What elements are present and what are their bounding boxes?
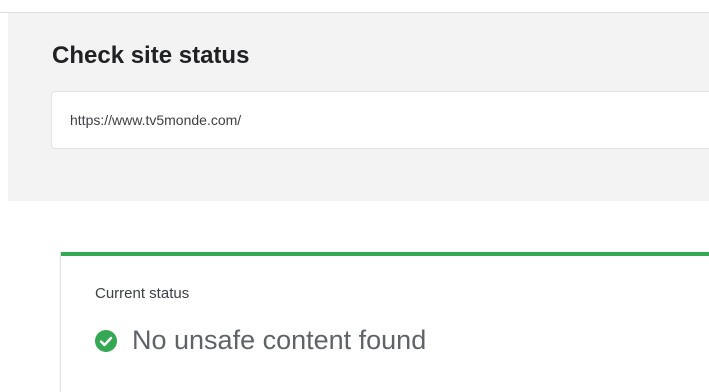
check-site-title: Check site status [52, 42, 250, 69]
status-result: No unsafe content found [95, 325, 426, 356]
current-status-label: Current status [95, 285, 190, 302]
status-card: Current status No unsafe content found [60, 252, 709, 392]
status-accent-bar [61, 252, 709, 256]
status-message: No unsafe content found [132, 325, 427, 355]
check-circle-icon [95, 329, 117, 352]
site-url-input[interactable] [51, 91, 709, 149]
